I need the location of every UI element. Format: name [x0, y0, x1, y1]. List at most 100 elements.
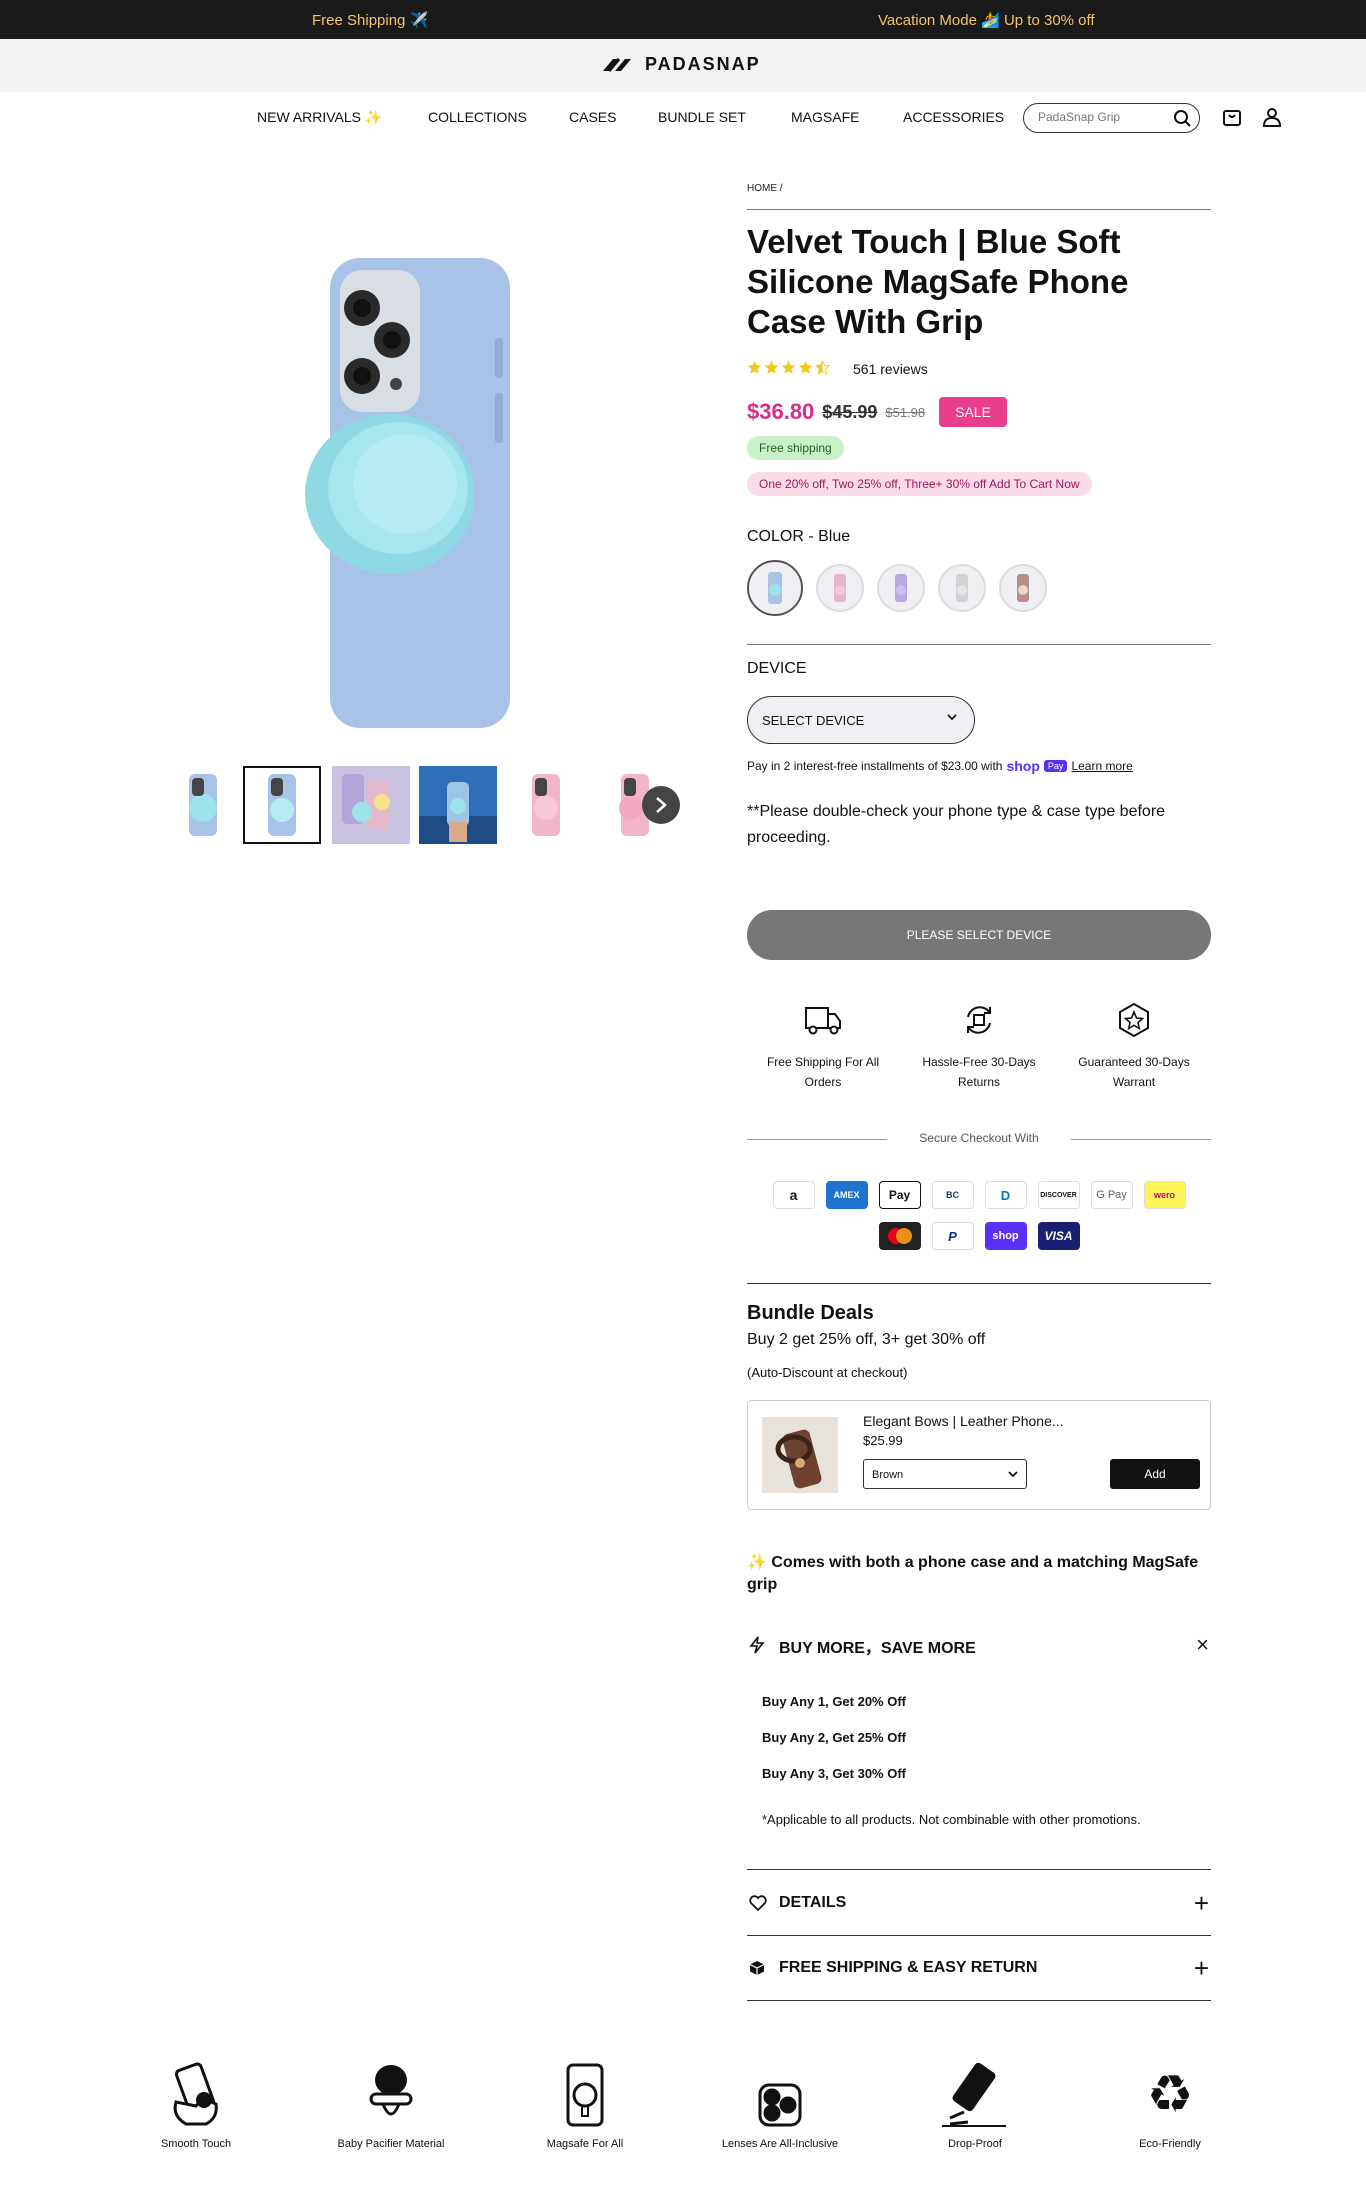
- buy-more-line: Buy Any 1, Get 20% Off: [762, 1694, 906, 1709]
- thumbnail-5[interactable]: [507, 766, 585, 844]
- brand-name: PADASNAP: [645, 54, 761, 74]
- nav-magsafe[interactable]: MAGSAFE: [791, 109, 859, 125]
- rating-stars[interactable]: [747, 360, 830, 375]
- accordion-title: FREE SHIPPING & EASY RETURN: [779, 1959, 1038, 1976]
- bundle-note: (Auto-Discount at checkout): [747, 1365, 908, 1380]
- search-box[interactable]: [1023, 103, 1200, 133]
- diners-club-icon: D: [984, 1181, 1027, 1209]
- feature-label: Eco-Friendly: [1139, 2138, 1201, 2150]
- box-icon: [749, 1961, 765, 1975]
- logo[interactable]: PADASNAP: [601, 54, 761, 75]
- announcement-left: Free Shipping ✈️: [312, 12, 429, 29]
- bundle-item-name[interactable]: Elegant Bows | Leather Phone...: [863, 1413, 1064, 1429]
- plus-icon[interactable]: +: [1194, 1953, 1209, 1984]
- plus-icon[interactable]: +: [1194, 1888, 1209, 1919]
- compare-price: $45.99: [822, 401, 878, 422]
- perk-free-shipping: Free Shipping For All Orders: [758, 1000, 888, 1092]
- main-nav: NEW ARRIVALS ✨ COLLECTIONS CASES BUNDLE …: [0, 92, 1366, 142]
- search-input[interactable]: [1038, 110, 1168, 124]
- bundle-title: Bundle Deals: [747, 1302, 874, 1324]
- bag-icon[interactable]: [1222, 107, 1242, 127]
- reviews-count[interactable]: 561 reviews: [853, 361, 928, 377]
- nav-new-arrivals[interactable]: NEW ARRIVALS ✨: [257, 109, 382, 126]
- divider: [747, 2000, 1211, 2001]
- star-icon: [764, 360, 779, 374]
- feature-label: Baby Pacifier Material: [337, 2138, 445, 2150]
- color-label: COLOR - Blue: [747, 528, 851, 545]
- chevron-down-icon: [947, 714, 957, 721]
- smooth-touch-icon: [173, 2062, 218, 2126]
- feature-label: Smooth Touch: [160, 2138, 232, 2150]
- nav-accessories[interactable]: ACCESSORIES: [903, 109, 1004, 125]
- accordion-title: DETAILS: [779, 1894, 847, 1911]
- breadcrumb[interactable]: HOME /: [747, 183, 1211, 194]
- shop-pay-badge: Pay: [1043, 760, 1068, 772]
- swatch-blue[interactable]: [747, 560, 803, 616]
- truck-icon: [805, 1007, 841, 1035]
- bundle-item-option-select[interactable]: Brown: [863, 1459, 1027, 1489]
- google-pay-icon: G Pay: [1090, 1181, 1133, 1209]
- perk-returns: Hassle-Free 30-Days Returns: [914, 1000, 1044, 1092]
- divider: [747, 644, 1211, 645]
- lens-icon: [758, 2083, 802, 2127]
- heart-icon: [749, 1895, 767, 1911]
- next-thumbnails-button[interactable]: [642, 786, 680, 824]
- buy-more-title: BUY MORE，SAVE MORE: [779, 1640, 976, 1657]
- product-main-image[interactable]: [280, 248, 530, 738]
- device-select[interactable]: SELECT DEVICE: [747, 696, 975, 744]
- drop-icon: [942, 2062, 1006, 2127]
- buy-more-header[interactable]: BUY MORE，SAVE MORE ×: [747, 1632, 1211, 1658]
- amex-icon: AMEX: [825, 1181, 868, 1209]
- swatch-brown[interactable]: [999, 564, 1047, 612]
- sale-badge: SALE: [939, 397, 1007, 427]
- perk-label: Hassle-Free 30-Days Returns: [922, 1055, 1036, 1089]
- device-select-value: SELECT DEVICE: [762, 713, 865, 728]
- chevron-right-icon: [656, 797, 667, 813]
- buy-more-line: Buy Any 2, Get 25% Off: [762, 1730, 906, 1745]
- nav-bundle-set[interactable]: BUNDLE SET: [658, 109, 746, 125]
- buy-more-footnote: *Applicable to all products. Not combina…: [762, 1812, 1141, 1827]
- payment-methods-row-1: a AMEX Pay BC D DISCOVER G Pay wero: [747, 1181, 1211, 1209]
- promo-pill[interactable]: One 20% off, Two 25% off, Three+ 30% off…: [747, 472, 1092, 496]
- perk-label: Guaranteed 30-Days Warrant: [1078, 1055, 1190, 1089]
- user-icon[interactable]: [1262, 107, 1282, 127]
- compare-price-secondary: $51.98: [885, 404, 926, 420]
- logo-mark-icon: [603, 57, 631, 72]
- close-icon[interactable]: ×: [1196, 1632, 1209, 1658]
- announcement-bar: Free Shipping ✈️ Vacation Mode 🏄 Up to 3…: [0, 0, 1366, 39]
- comes-with-note: ✨ Comes with both a phone case and a mat…: [747, 1554, 1199, 1593]
- swatch-pink[interactable]: [816, 564, 864, 612]
- magsafe-icon: [566, 2063, 604, 2127]
- chevron-down-icon: [1008, 1471, 1018, 1478]
- bundle-item-option-value: Brown: [872, 1469, 904, 1481]
- thumbnail-1[interactable]: [164, 766, 242, 844]
- nav-cases[interactable]: CASES: [569, 109, 616, 125]
- bundle-subtitle: Buy 2 get 25% off, 3+ get 30% off: [747, 1331, 986, 1348]
- thumbnail-2[interactable]: [243, 766, 321, 844]
- feature-drop-proof: Drop-Proof: [895, 2058, 1055, 2150]
- bundle-add-button[interactable]: Add: [1110, 1459, 1200, 1489]
- divider: [747, 1283, 1211, 1284]
- thumbnail-3[interactable]: [332, 766, 410, 844]
- feature-smooth-touch: Smooth Touch: [116, 2058, 276, 2150]
- perk-label: Free Shipping For All Orders: [766, 1055, 880, 1089]
- search-icon[interactable]: [1173, 109, 1191, 127]
- bundle-item-price: $25.99: [863, 1433, 903, 1448]
- bundle-item-image[interactable]: [762, 1417, 838, 1493]
- thumbnail-4[interactable]: [419, 766, 497, 844]
- thumbnail-strip: [164, 766, 684, 848]
- accordion-details[interactable]: DETAILS +: [747, 1870, 1211, 1936]
- feature-label: Drop-Proof: [948, 2138, 1002, 2150]
- installments-info: Pay in 2 interest-free installments of $…: [747, 758, 1133, 774]
- device-note: **Please double-check your phone type & …: [747, 803, 1166, 846]
- add-to-cart-button[interactable]: PLEASE SELECT DEVICE: [747, 910, 1211, 960]
- announcement-right[interactable]: Vacation Mode 🏄 Up to 30% off: [878, 11, 1095, 29]
- installments-text: Pay in 2 interest-free installments of $…: [747, 759, 1003, 773]
- accordion-shipping[interactable]: FREE SHIPPING & EASY RETURN +: [747, 1935, 1211, 2001]
- learn-more-link[interactable]: Learn more: [1071, 759, 1132, 773]
- swatch-purple[interactable]: [877, 564, 925, 612]
- secure-checkout-heading: Secure Checkout With: [747, 1131, 1211, 1147]
- swatch-grey[interactable]: [938, 564, 986, 612]
- nav-collections[interactable]: COLLECTIONS: [428, 109, 527, 125]
- half-star-icon: [815, 360, 830, 375]
